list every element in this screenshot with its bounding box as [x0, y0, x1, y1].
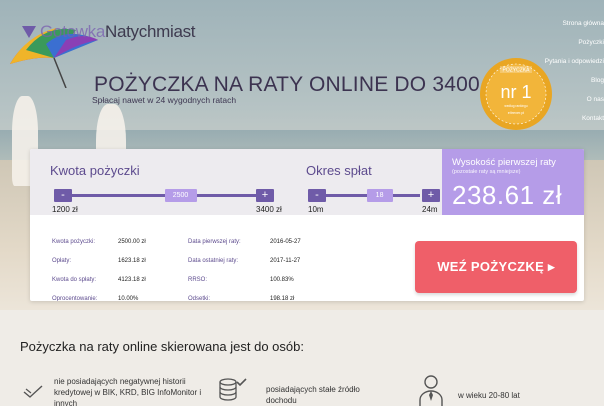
page-title: POŻYCZKA NA RATY ONLINE DO 3400 ZŁ: [94, 73, 511, 96]
detail-value: 4123.18 zł: [118, 277, 146, 283]
detail-key: Data pierwszej raty:: [188, 239, 241, 245]
take-loan-button[interactable]: WEŹ POŻYCZKĘ ▸: [415, 241, 577, 293]
detail-value: 2016-05-27: [270, 239, 301, 245]
detail-value: 2500.00 zł: [118, 239, 146, 245]
logo-icon: [22, 26, 36, 38]
term-decrease-button[interactable]: -: [308, 189, 326, 202]
feature-age: w wieku 20-80 lat: [458, 391, 520, 400]
loan-slider-handle[interactable]: 2500: [164, 189, 197, 202]
details-left-keys: Kwota pożyczki: Opłaty: Kwota do spłaty:…: [52, 233, 97, 301]
logo-text-part1: Gotowka: [40, 22, 105, 41]
first-installment-panel: Wysokość pierwszej raty (pozostałe raty …: [442, 149, 584, 215]
page-subtitle: Spłacaj nawet w 24 wygodnych ratach: [92, 95, 237, 105]
person-icon: [419, 375, 443, 406]
term-min-label: 10m: [308, 205, 324, 214]
nav-item-home[interactable]: Strona główna: [534, 14, 604, 33]
details-right-values: 2016-05-27 2017-11-27 100.83% 198.18 zł: [270, 233, 301, 301]
badge-sub2-text: eltrexer.pl: [508, 111, 525, 115]
logo-text-part2: Natychmiast: [105, 22, 196, 41]
loan-decrease-button[interactable]: -: [54, 189, 72, 202]
badge-top-text: POŻYCZKA: [503, 67, 531, 74]
details-right-keys: Data pierwszej raty: Data ostatniej raty…: [188, 233, 241, 301]
section-title: Pożyczka na raty online skierowana jest …: [20, 339, 304, 354]
installment-value: 238.61 zł: [452, 180, 563, 210]
detail-value: 1623.18 zł: [118, 258, 146, 264]
detail-value: 198.18 zł: [270, 296, 295, 301]
detail-key: Oprocentowanie:: [52, 296, 98, 301]
loan-increase-button[interactable]: +: [256, 189, 274, 202]
term-slider-handle[interactable]: 18: [366, 189, 393, 202]
site-logo[interactable]: Gotowka Natychmiast: [22, 22, 196, 42]
loan-amount-label: Kwota pożyczki: [50, 163, 140, 178]
handshake-icon: [23, 385, 43, 398]
detail-key: Data ostatniej raty:: [188, 258, 239, 264]
detail-key: RRSO:: [188, 277, 208, 283]
details-left-values: 2500.00 zł 1623.18 zł 4123.18 zł 10.00%: [118, 233, 146, 301]
detail-key: Kwota do spłaty:: [52, 277, 97, 283]
loan-term-label: Okres spłat: [306, 163, 372, 178]
feature-income: posiadających stałe źródło dochodu: [266, 385, 360, 405]
installment-note: (pozostałe raty są mniejsze): [452, 169, 521, 175]
detail-value: 10.00%: [118, 296, 139, 301]
coins-check-icon: [219, 378, 247, 401]
badge-sub1-text: według rankingu: [504, 104, 527, 108]
detail-key: Odsetki:: [188, 296, 211, 301]
loan-min-label: 1200 zł: [52, 205, 78, 214]
nav-item-loans[interactable]: Pożyczki: [534, 33, 604, 52]
term-max-label: 24m: [422, 205, 438, 214]
detail-value: 100.83%: [270, 277, 294, 283]
award-badge: POŻYCZKA nr 1 według rankingu eltrexer.p…: [480, 58, 552, 130]
term-increase-button[interactable]: +: [422, 189, 440, 202]
feature-credit-history: nie posiadających negatywnej historii kr…: [54, 377, 202, 406]
detail-key: Opłaty:: [52, 258, 72, 264]
detail-value: 2017-11-27: [270, 258, 301, 264]
detail-key: Kwota pożyczki:: [52, 239, 96, 245]
installment-title: Wysokość pierwszej raty: [452, 157, 556, 168]
loan-max-label: 3400 zł: [256, 205, 282, 214]
badge-main-text: nr 1: [500, 82, 531, 102]
